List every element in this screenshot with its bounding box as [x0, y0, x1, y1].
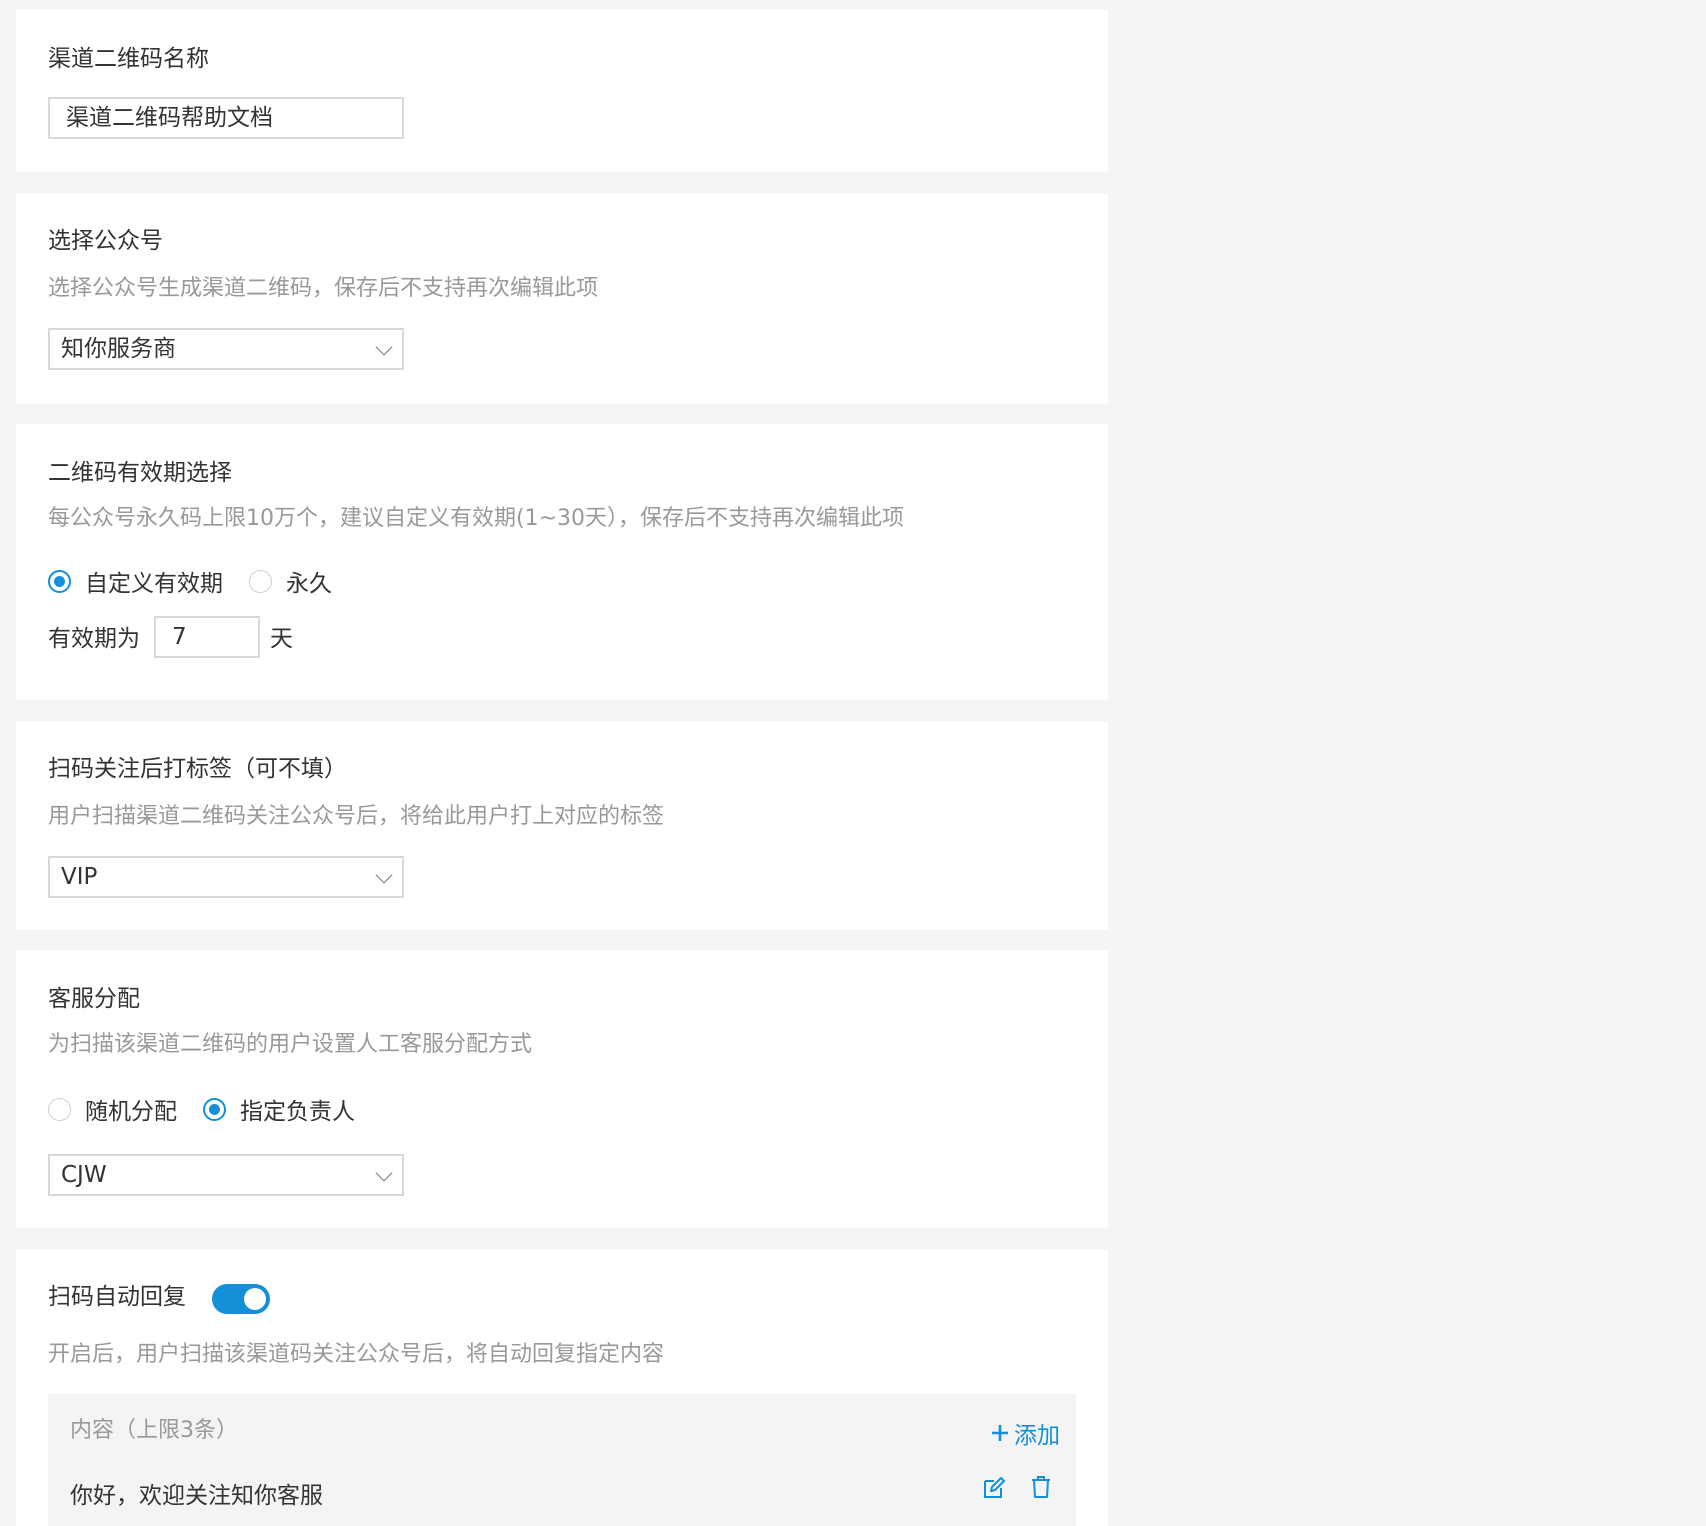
name-input[interactable]: 渠道二维码帮助文档 [48, 97, 404, 139]
reply-content-label: 内容（上限3条） [70, 1418, 238, 1443]
service-select[interactable]: CJW [48, 1154, 404, 1196]
radio-custom-validity[interactable] [48, 569, 71, 593]
tag-title: 扫码关注后打标签（可不填） [48, 756, 347, 782]
radio-random-assign-label[interactable]: 随机分配 [85, 1092, 177, 1126]
tag-select-value: VIP [61, 864, 98, 890]
validity-days-input[interactable]: 7 [154, 616, 260, 658]
auto-reply-toggle[interactable] [212, 1284, 270, 1314]
radio-designated-owner[interactable] [203, 1097, 226, 1121]
trash-icon[interactable] [1030, 1475, 1052, 1499]
validity-prefix-text: 有效期为 [48, 626, 140, 652]
name-input-value: 渠道二维码帮助文档 [66, 105, 273, 131]
validity-radio-group: 自定义有效期 永久 [48, 564, 358, 598]
chevron-down-icon [375, 866, 393, 884]
service-select-value: CJW [61, 1162, 107, 1188]
reply-card: 扫码自动回复 开启后，用户扫描该渠道码关注公众号后，将自动回复指定内容 内容（上… [16, 1250, 1108, 1526]
service-card: 客服分配 为扫描该渠道二维码的用户设置人工客服分配方式 随机分配 指定负责人 C… [16, 950, 1108, 1228]
reply-list-item: 你好，欢迎关注知你客服 [70, 1476, 323, 1510]
account-desc: 选择公众号生成渠道二维码，保存后不支持再次编辑此项 [48, 276, 599, 301]
validity-card: 二维码有效期选择 每公众号永久码上限10万个，建议自定义有效期(1~30天），保… [16, 424, 1108, 700]
tag-card: 扫码关注后打标签（可不填） 用户扫描渠道二维码关注公众号后，将给此用户打上对应的… [16, 722, 1108, 930]
add-reply-button[interactable]: 添加 [990, 1416, 1060, 1450]
radio-permanent-label[interactable]: 永久 [286, 564, 332, 598]
validity-suffix: 天 [270, 626, 293, 652]
tag-desc: 用户扫描渠道二维码关注公众号后，将给此用户打上对应的标签 [48, 804, 665, 829]
reply-content-box: 内容（上限3条） 添加 你好，欢迎关注知你客服 [48, 1394, 1076, 1526]
radio-custom-validity-label[interactable]: 自定义有效期 [85, 564, 223, 598]
service-desc: 为扫描该渠道二维码的用户设置人工客服分配方式 [48, 1032, 533, 1057]
radio-random-assign[interactable] [48, 1097, 71, 1121]
edit-icon[interactable] [982, 1476, 1006, 1500]
reply-title: 扫码自动回复 [48, 1284, 186, 1310]
service-title: 客服分配 [48, 986, 140, 1012]
toggle-knob [244, 1288, 266, 1310]
radio-designated-owner-label[interactable]: 指定负责人 [240, 1092, 355, 1126]
chevron-down-icon [375, 338, 393, 356]
add-reply-label: 添加 [1014, 1423, 1060, 1449]
form-page: 渠道二维码名称 渠道二维码帮助文档 选择公众号 选择公众号生成渠道二维码，保存后… [0, 0, 1706, 1526]
name-title: 渠道二维码名称 [48, 46, 209, 72]
validity-days-value: 7 [172, 624, 187, 650]
tag-select[interactable]: VIP [48, 856, 404, 898]
account-select-value: 知你服务商 [61, 336, 176, 362]
service-radio-group: 随机分配 指定负责人 [48, 1092, 381, 1126]
validity-desc: 每公众号永久码上限10万个，建议自定义有效期(1~30天），保存后不支持再次编辑… [48, 506, 905, 531]
plus-icon [992, 1425, 1008, 1441]
account-select[interactable]: 知你服务商 [48, 328, 404, 370]
account-title: 选择公众号 [48, 228, 163, 254]
validity-title: 二维码有效期选择 [48, 460, 232, 486]
chevron-down-icon [375, 1164, 393, 1182]
reply-desc: 开启后，用户扫描该渠道码关注公众号后，将自动回复指定内容 [48, 1342, 665, 1367]
reply-item-text: 你好，欢迎关注知你客服 [70, 1483, 323, 1509]
account-card: 选择公众号 选择公众号生成渠道二维码，保存后不支持再次编辑此项 知你服务商 [16, 194, 1108, 404]
radio-permanent[interactable] [249, 569, 272, 593]
name-card: 渠道二维码名称 渠道二维码帮助文档 [16, 10, 1108, 172]
